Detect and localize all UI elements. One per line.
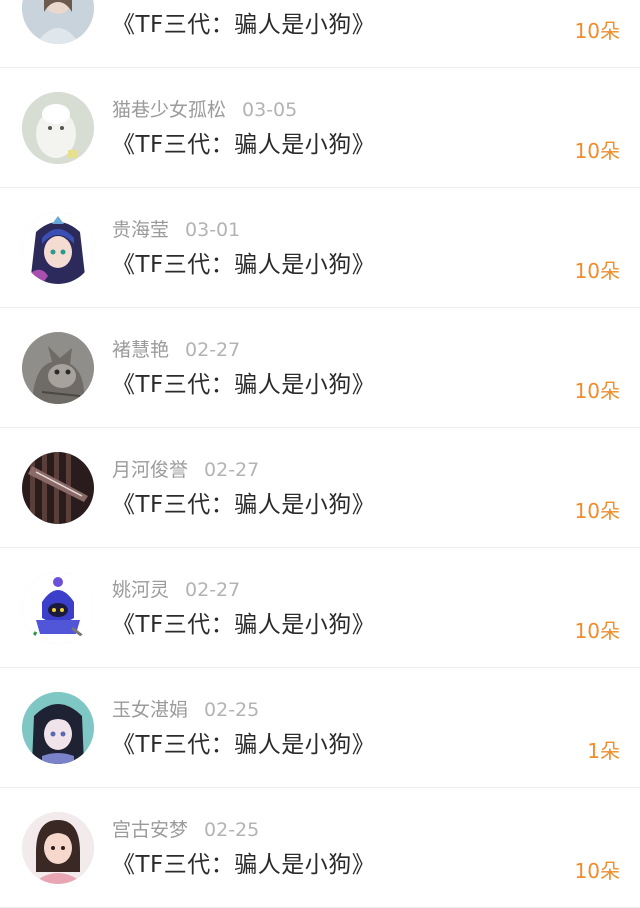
- book-title[interactable]: 《TF三代：骗人是小狗》: [112, 370, 375, 400]
- avatar[interactable]: [22, 692, 94, 764]
- avatar[interactable]: [22, 572, 94, 644]
- book-title[interactable]: 《TF三代：骗人是小狗》: [112, 250, 375, 280]
- sender-name: 玉女湛娟: [112, 699, 189, 721]
- flower-amount: 10朵: [574, 859, 620, 883]
- avatar[interactable]: [22, 332, 94, 404]
- flower-amount: 10朵: [574, 499, 620, 523]
- flower-amount: 10朵: [574, 259, 620, 283]
- sender-name: 月河俊誉: [112, 459, 189, 481]
- send-date: 03-01: [185, 219, 241, 241]
- book-title[interactable]: 《TF三代：骗人是小狗》: [112, 490, 375, 520]
- avatar[interactable]: [22, 452, 94, 524]
- send-date: 02-27: [204, 459, 260, 481]
- book-title[interactable]: 《TF三代：骗人是小狗》: [112, 610, 375, 640]
- avatar[interactable]: [22, 212, 94, 284]
- send-date: 02-27: [185, 579, 241, 601]
- flower-amount: 10朵: [574, 19, 620, 43]
- gift-record-list: 《TF三代：骗人是小狗》 10朵 猫巷少女孤松 03-05 《TF三代：骗人是小狗…: [0, 0, 640, 908]
- sender-name: 宫古安梦: [112, 819, 189, 841]
- flower-amount: 10朵: [574, 619, 620, 643]
- send-date: 03-05: [242, 99, 298, 121]
- flower-amount: 10朵: [574, 139, 620, 163]
- send-date: 02-27: [185, 339, 241, 361]
- list-item[interactable]: 猫巷少女孤松 03-05 《TF三代：骗人是小狗》 10朵: [0, 68, 640, 188]
- book-title[interactable]: 《TF三代：骗人是小狗》: [112, 850, 375, 880]
- list-item[interactable]: 玉女湛娟 02-25 《TF三代：骗人是小狗》 1朵: [0, 668, 640, 788]
- book-title[interactable]: 《TF三代：骗人是小狗》: [112, 730, 375, 760]
- sender-meta: 姚河灵 02-27: [112, 578, 240, 602]
- sender-meta: [112, 0, 128, 2]
- avatar[interactable]: [22, 812, 94, 884]
- send-date: 02-25: [204, 819, 260, 841]
- send-date: 02-25: [204, 699, 260, 721]
- sender-meta: 贵海莹 03-01: [112, 218, 240, 242]
- list-item[interactable]: 月河俊誉 02-27 《TF三代：骗人是小狗》 10朵: [0, 428, 640, 548]
- sender-name: 姚河灵: [112, 579, 170, 601]
- sender-name: 贵海莹: [112, 219, 170, 241]
- book-title[interactable]: 《TF三代：骗人是小狗》: [112, 130, 375, 160]
- avatar[interactable]: [22, 0, 94, 44]
- sender-name: 褚慧艳: [112, 339, 170, 361]
- flower-amount: 10朵: [574, 379, 620, 403]
- sender-meta: 褚慧艳 02-27: [112, 338, 240, 362]
- sender-meta: 月河俊誉 02-27: [112, 458, 259, 482]
- list-item[interactable]: 宫古安梦 02-25 《TF三代：骗人是小狗》 10朵: [0, 788, 640, 908]
- sender-meta: 玉女湛娟 02-25: [112, 698, 259, 722]
- sender-name: 猫巷少女孤松: [112, 99, 227, 121]
- list-item[interactable]: 《TF三代：骗人是小狗》 10朵: [0, 0, 640, 68]
- avatar[interactable]: [22, 92, 94, 164]
- sender-meta: 宫古安梦 02-25: [112, 818, 259, 842]
- list-item[interactable]: 贵海莹 03-01 《TF三代：骗人是小狗》 10朵: [0, 188, 640, 308]
- list-item[interactable]: 姚河灵 02-27 《TF三代：骗人是小狗》 10朵: [0, 548, 640, 668]
- book-title[interactable]: 《TF三代：骗人是小狗》: [112, 10, 375, 40]
- sender-meta: 猫巷少女孤松 03-05: [112, 98, 297, 122]
- list-item[interactable]: 褚慧艳 02-27 《TF三代：骗人是小狗》 10朵: [0, 308, 640, 428]
- flower-amount: 1朵: [587, 739, 620, 763]
